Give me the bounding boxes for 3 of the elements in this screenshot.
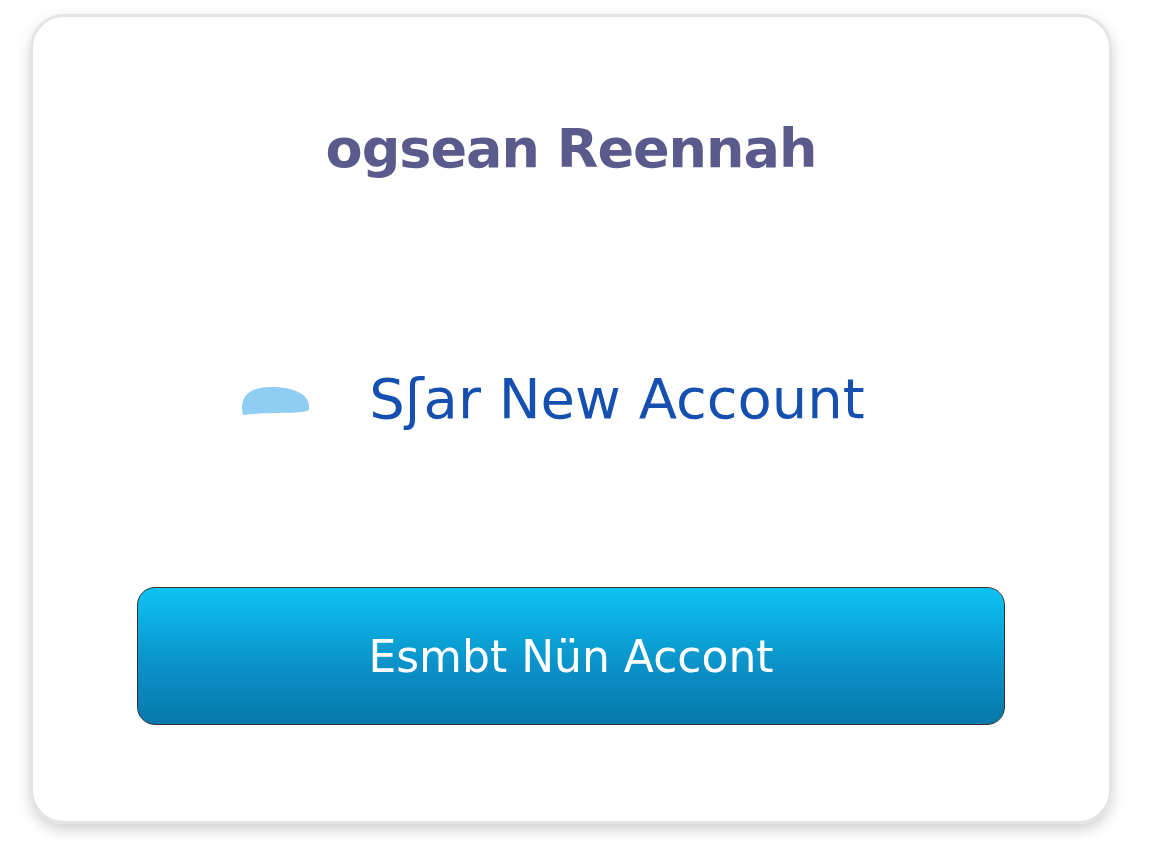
new-account-button[interactable]: Esmbt Nün Accont xyxy=(137,587,1005,725)
page-title: ogsean Reennah xyxy=(325,117,817,180)
subtitle: Sʃar New Account xyxy=(369,366,865,431)
